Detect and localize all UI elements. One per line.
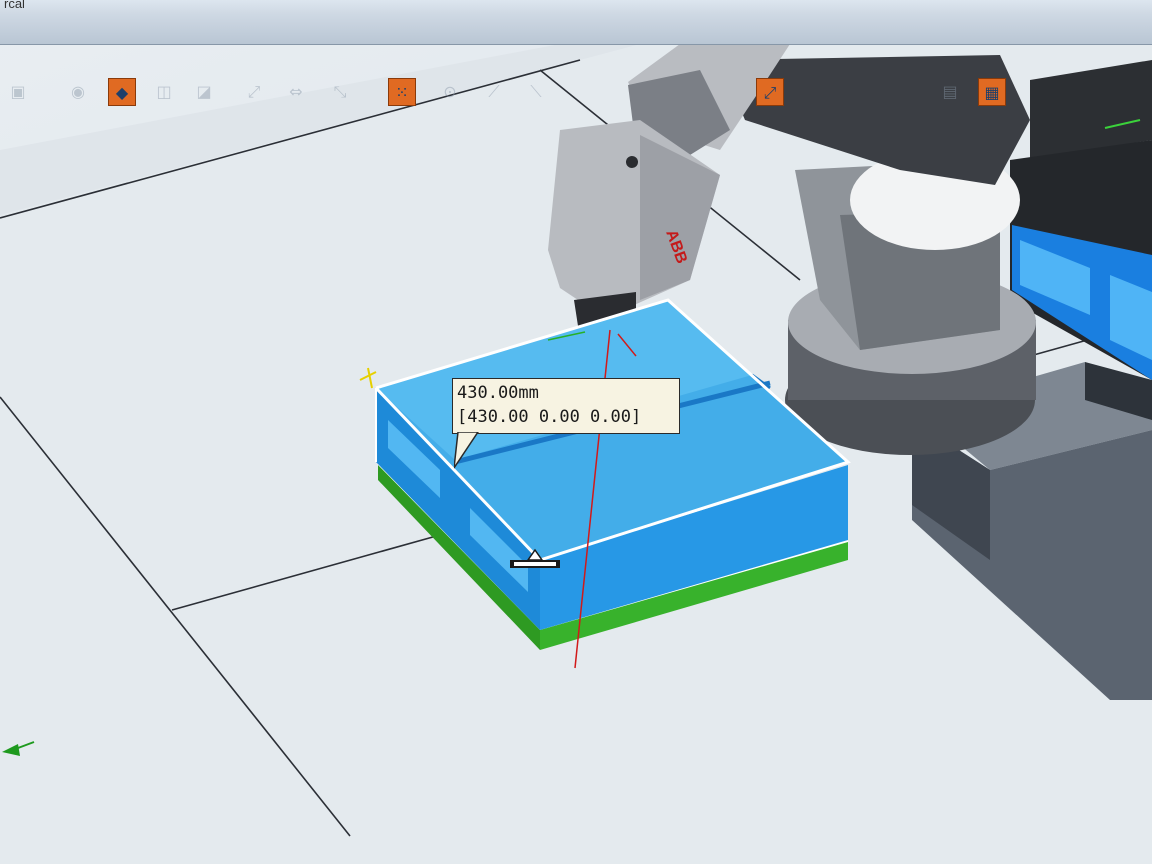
measurement-distance: 430.00mm xyxy=(457,383,539,403)
selection-grid-icon[interactable]: ⁙ xyxy=(388,78,416,106)
stop-measure-icon[interactable]: ▦ xyxy=(978,78,1006,106)
window-title-bar: rcal xyxy=(0,0,1152,45)
robot-base xyxy=(785,150,1036,455)
measure-angle-icon[interactable]: ⊙ xyxy=(436,78,464,106)
snap-measure-toolbar: ▣ ◉ ◆ ◫ ◪ ⤢ ⇔ ⤡ ⁙ ⊙ ⟋ ⟍ ⤢ ▤ ▦ xyxy=(0,72,1152,118)
snap-object-icon[interactable]: ▣ xyxy=(4,78,32,106)
snap-midpoint-icon[interactable]: ◪ xyxy=(190,78,218,106)
measure-anchor-icon[interactable] xyxy=(508,548,562,570)
snap-local-origin-icon[interactable]: ⇔ xyxy=(282,78,310,106)
snap-grid-icon[interactable]: ⤡ xyxy=(326,78,354,106)
measure-diameter-icon[interactable]: ⟋ xyxy=(480,78,508,106)
window-title: rcal xyxy=(4,0,25,11)
measure-min-distance-icon[interactable]: ⟍ xyxy=(522,78,550,106)
snap-end-icon[interactable]: ⤢ xyxy=(240,78,268,106)
snap-edge-icon[interactable]: ◫ xyxy=(150,78,178,106)
wrist-indicator xyxy=(626,156,638,168)
frame-icon[interactable]: ▤ xyxy=(936,78,964,106)
measure-point-to-point-icon[interactable]: ⤢ xyxy=(756,78,784,106)
snap-center-icon[interactable]: ◉ xyxy=(64,78,92,106)
robotstudio-viewport-screen: ABB rcal ▣ ◉ ◆ ◫ ◪ ⤢ ⇔ ⤡ ⁙ ⊙ ⟋ ⟍ ⤢ ▤ ▦ 4… xyxy=(0,0,1152,864)
tooltip-pointer xyxy=(454,432,479,469)
snap-mode-icon[interactable]: ◆ xyxy=(108,78,136,106)
measurement-tooltip: 430.00mm [430.00 0.00 0.00] xyxy=(452,378,680,434)
measurement-vector: [430.00 0.00 0.00] xyxy=(457,407,642,427)
